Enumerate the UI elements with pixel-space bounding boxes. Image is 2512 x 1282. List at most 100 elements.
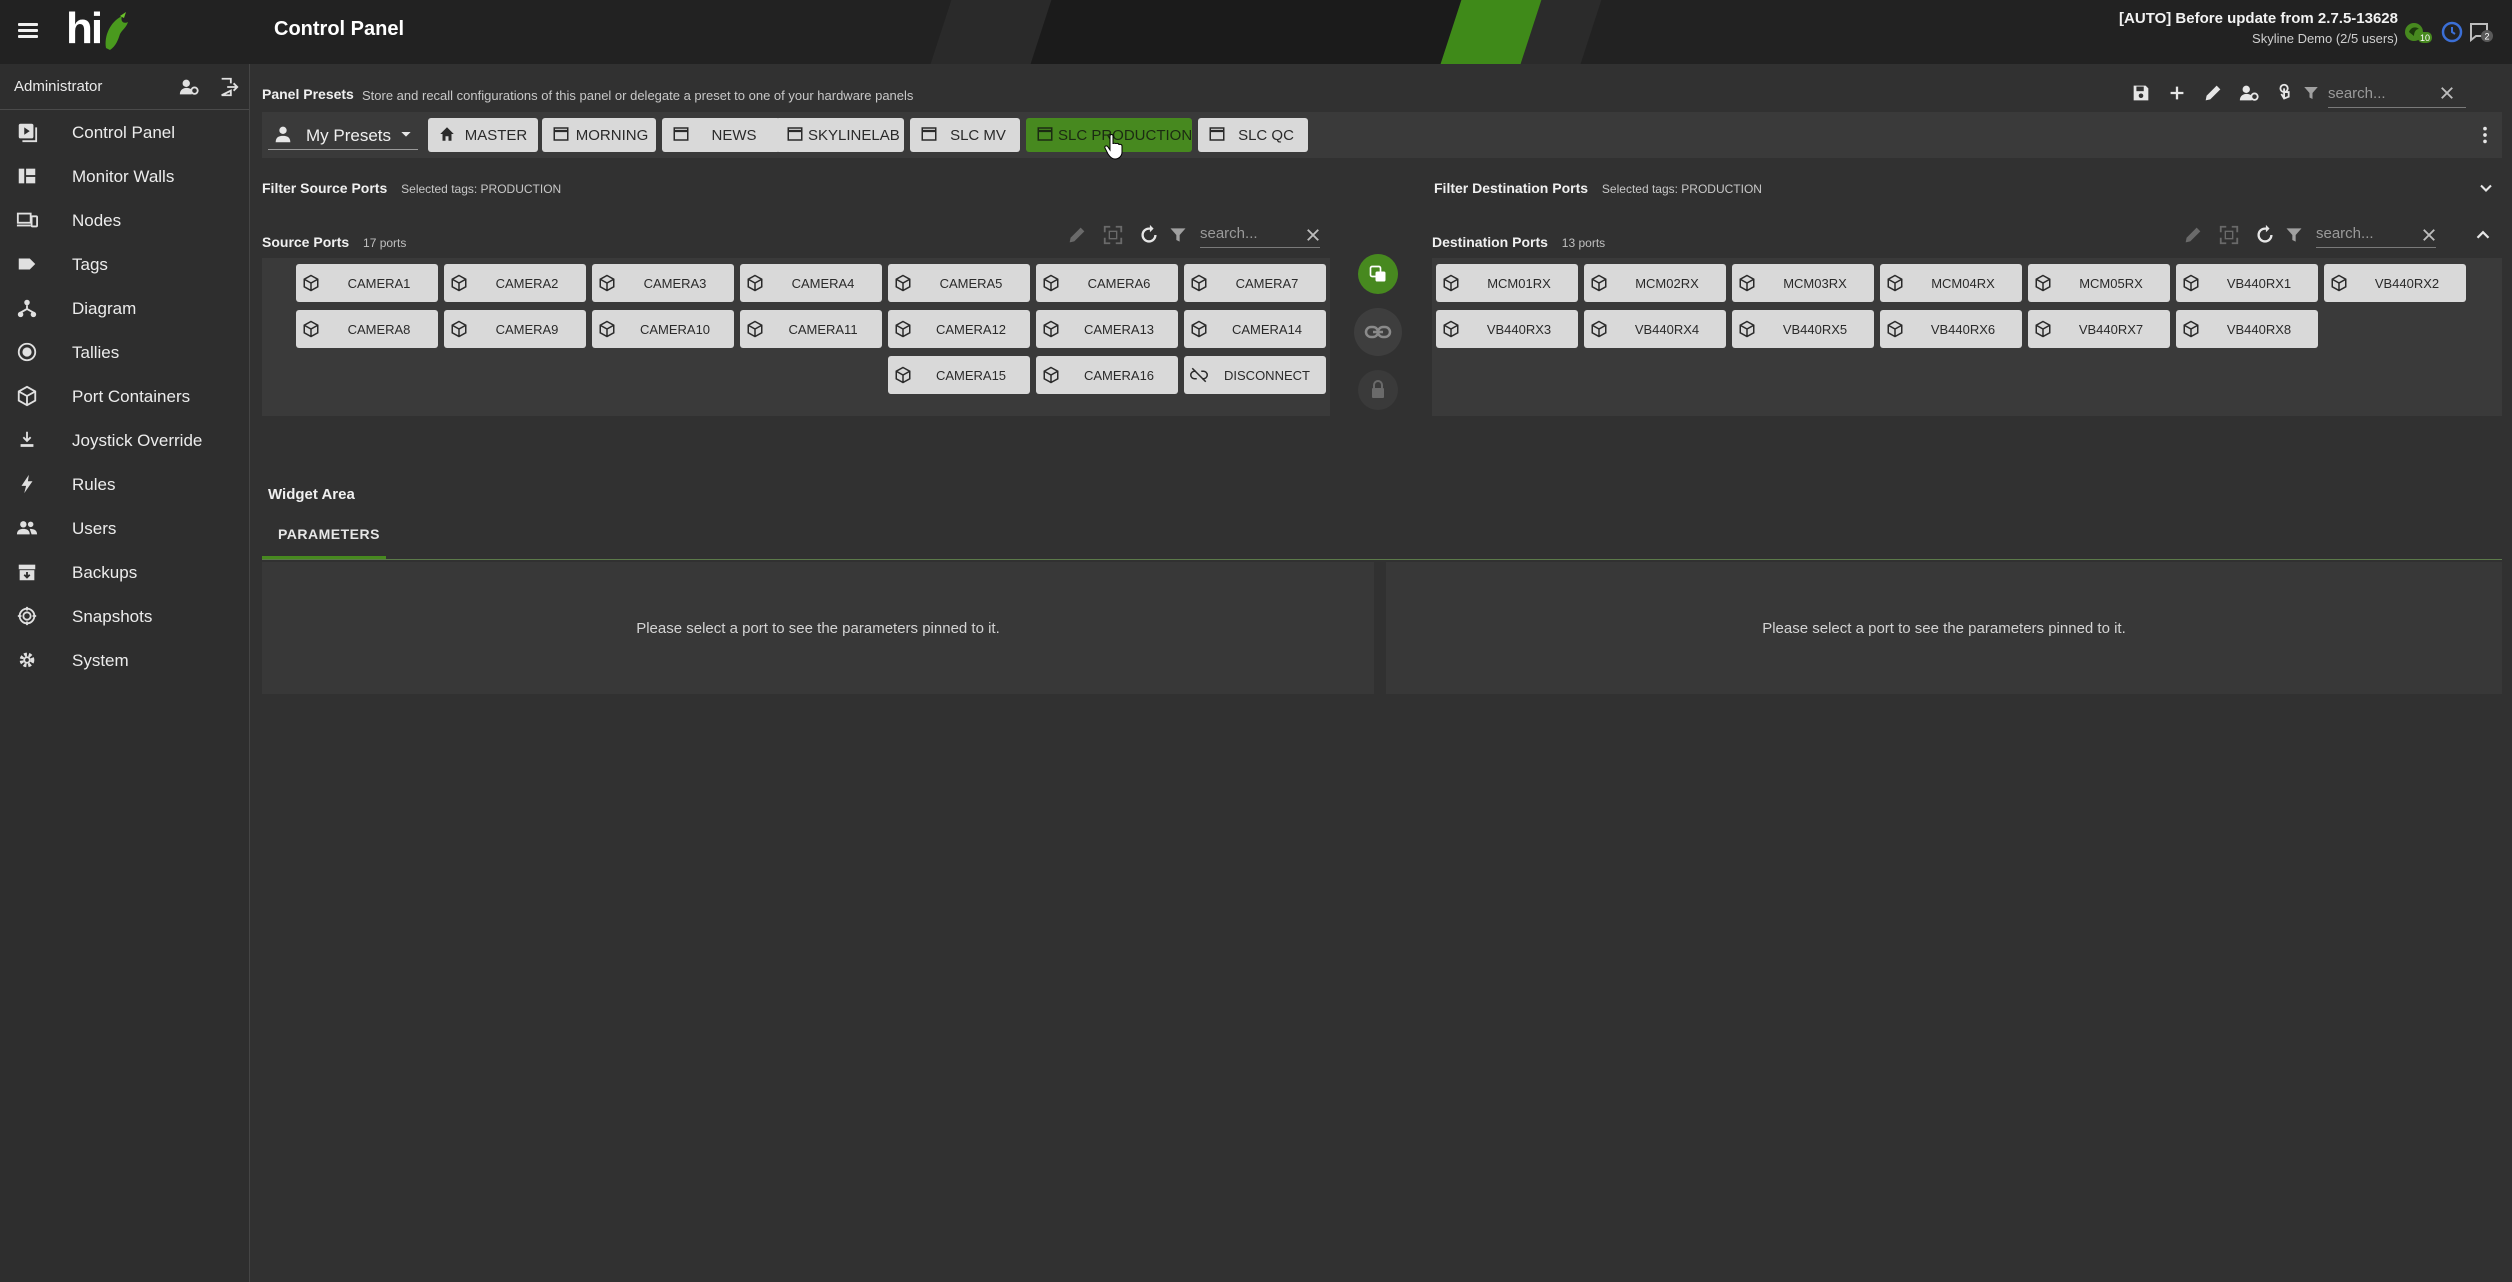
port-button-camera3[interactable]: CAMERA3 bbox=[592, 264, 734, 302]
edit-icon[interactable] bbox=[2182, 224, 2204, 246]
destination-search-input[interactable] bbox=[2316, 220, 2436, 246]
person-icon bbox=[275, 126, 291, 143]
add-icon[interactable] bbox=[2166, 82, 2188, 104]
touch-app-icon[interactable] bbox=[2274, 82, 2296, 104]
filter-icon[interactable] bbox=[1168, 224, 1188, 246]
port-button-camera8[interactable]: CAMERA8 bbox=[296, 310, 438, 348]
sidebar-item-nodes[interactable]: Nodes bbox=[0, 198, 249, 242]
preset-master-button[interactable]: MASTER bbox=[428, 118, 538, 152]
port-button-camera5[interactable]: CAMERA5 bbox=[888, 264, 1030, 302]
filter-destination-ports[interactable]: Filter Destination Ports Selected tags: … bbox=[1434, 180, 1762, 196]
filter-icon[interactable] bbox=[2302, 82, 2320, 104]
port-button-camera15[interactable]: CAMERA15 bbox=[888, 356, 1030, 394]
port-button-mcm01rx[interactable]: MCM01RX bbox=[1436, 264, 1578, 302]
sidebar-item-tallies[interactable]: Tallies bbox=[0, 330, 249, 374]
tab-parameters[interactable]: PARAMETERS bbox=[262, 508, 386, 559]
refresh-icon[interactable] bbox=[2254, 224, 2276, 246]
refresh-icon[interactable] bbox=[1138, 224, 1160, 246]
port-button-vb440rx7[interactable]: VB440RX7 bbox=[2028, 310, 2170, 348]
fullscreen-icon[interactable] bbox=[2218, 224, 2240, 246]
port-label: CAMERA9 bbox=[495, 322, 559, 337]
cube-icon bbox=[2035, 274, 2051, 292]
port-button-vb440rx4[interactable]: VB440RX4 bbox=[1584, 310, 1726, 348]
chevron-up-icon[interactable] bbox=[2472, 224, 2494, 246]
edit-icon[interactable] bbox=[2202, 82, 2224, 104]
save-icon[interactable] bbox=[2130, 82, 2152, 104]
filter-source-ports[interactable]: Filter Source Ports Selected tags: PRODU… bbox=[262, 180, 561, 196]
clock-icon[interactable] bbox=[2440, 20, 2464, 44]
port-button-camera4[interactable]: CAMERA4 bbox=[740, 264, 882, 302]
lock-button[interactable] bbox=[1358, 370, 1398, 410]
notifications-badge-icon[interactable]: 10 bbox=[2404, 20, 2432, 44]
more-menu-icon[interactable] bbox=[2474, 124, 2496, 146]
clear-search-icon[interactable] bbox=[1304, 226, 1322, 244]
destination-search-field[interactable] bbox=[2316, 220, 2436, 248]
port-button-vb440rx5[interactable]: VB440RX5 bbox=[1732, 310, 1874, 348]
sidebar-item-backups[interactable]: Backups bbox=[0, 550, 249, 594]
preset-slc-qc-button[interactable]: SLC QC bbox=[1198, 118, 1308, 152]
preset-morning-button[interactable]: MORNING bbox=[542, 118, 656, 152]
app-logo[interactable]: hi bbox=[66, 4, 132, 56]
preset-news-button[interactable]: NEWS bbox=[662, 118, 780, 152]
port-button-vb440rx6[interactable]: VB440RX6 bbox=[1880, 310, 2022, 348]
port-button-mcm05rx[interactable]: MCM05RX bbox=[2028, 264, 2170, 302]
port-button-camera13[interactable]: CAMERA13 bbox=[1036, 310, 1178, 348]
sidebar-item-rules[interactable]: Rules bbox=[0, 462, 249, 506]
sidebar-item-joystick-override[interactable]: Joystick Override bbox=[0, 418, 249, 462]
port-button-disconnect[interactable]: DISCONNECT bbox=[1184, 356, 1326, 394]
clear-search-icon[interactable] bbox=[2420, 226, 2438, 244]
port-button-camera1[interactable]: CAMERA1 bbox=[296, 264, 438, 302]
source-search-input[interactable] bbox=[1200, 220, 1320, 246]
port-button-camera7[interactable]: CAMERA7 bbox=[1184, 264, 1326, 302]
port-button-camera10[interactable]: CAMERA10 bbox=[592, 310, 734, 348]
port-button-camera9[interactable]: CAMERA9 bbox=[444, 310, 586, 348]
sidebar-item-users[interactable]: Users bbox=[0, 506, 249, 550]
clear-search-icon[interactable] bbox=[2438, 84, 2456, 102]
menu-icon[interactable] bbox=[16, 20, 40, 44]
logout-icon[interactable] bbox=[218, 76, 240, 98]
link-button[interactable] bbox=[1354, 308, 1402, 356]
chat-icon[interactable]: 2 bbox=[2468, 20, 2494, 44]
user-settings-icon[interactable] bbox=[2238, 82, 2260, 104]
sidebar-item-port-containers[interactable]: Port Containers bbox=[0, 374, 249, 418]
port-button-vb440rx2[interactable]: VB440RX2 bbox=[2324, 264, 2466, 302]
port-button-camera12[interactable]: CAMERA12 bbox=[888, 310, 1030, 348]
chevron-down-icon[interactable] bbox=[2476, 178, 2496, 198]
sidebar-item-label: System bbox=[72, 651, 129, 670]
sidebar-item-monitor-walls[interactable]: Monitor Walls bbox=[0, 154, 249, 198]
cube-icon bbox=[451, 274, 467, 292]
source-search-field[interactable] bbox=[1200, 220, 1320, 248]
port-button-camera14[interactable]: CAMERA14 bbox=[1184, 310, 1326, 348]
source-ports-title: Source Ports bbox=[262, 234, 350, 250]
cube-icon bbox=[1191, 320, 1207, 338]
sidebar-item-system[interactable]: System bbox=[0, 638, 249, 682]
empty-state-message: Please select a port to see the paramete… bbox=[1762, 620, 2126, 637]
port-button-mcm02rx[interactable]: MCM02RX bbox=[1584, 264, 1726, 302]
preset-label: SKYLINELAB bbox=[808, 127, 900, 144]
my-presets-select[interactable]: My Presets bbox=[268, 120, 418, 150]
port-button-mcm03rx[interactable]: MCM03RX bbox=[1732, 264, 1874, 302]
take-button[interactable] bbox=[1358, 254, 1398, 294]
port-button-vb440rx1[interactable]: VB440RX1 bbox=[2176, 264, 2318, 302]
port-button-vb440rx8[interactable]: VB440RX8 bbox=[2176, 310, 2318, 348]
edit-icon[interactable] bbox=[1066, 224, 1088, 246]
sidebar-item-label: Port Containers bbox=[72, 387, 191, 406]
sidebar-item-tags[interactable]: Tags bbox=[0, 242, 249, 286]
port-button-camera2[interactable]: CAMERA2 bbox=[444, 264, 586, 302]
preset-label: MASTER bbox=[464, 127, 528, 144]
port-button-camera16[interactable]: CAMERA16 bbox=[1036, 356, 1178, 394]
port-button-vb440rx3[interactable]: VB440RX3 bbox=[1436, 310, 1578, 348]
sidebar-item-control-panel[interactable]: Control Panel bbox=[0, 110, 249, 154]
fullscreen-icon[interactable] bbox=[1102, 224, 1124, 246]
sidebar-item-snapshots[interactable]: Snapshots bbox=[0, 594, 249, 638]
user-settings-icon[interactable] bbox=[178, 76, 200, 98]
preset-skylinelab-button[interactable]: SKYLINELAB bbox=[776, 118, 904, 152]
preset-slc-mv-button[interactable]: SLC MV bbox=[910, 118, 1020, 152]
port-button-camera6[interactable]: CAMERA6 bbox=[1036, 264, 1178, 302]
filter-icon[interactable] bbox=[2284, 224, 2304, 246]
sidebar-item-diagram[interactable]: Diagram bbox=[0, 286, 249, 330]
tallies-icon bbox=[17, 342, 37, 362]
control-panel-icon bbox=[18, 123, 38, 143]
port-button-camera11[interactable]: CAMERA11 bbox=[740, 310, 882, 348]
port-button-mcm04rx[interactable]: MCM04RX bbox=[1880, 264, 2022, 302]
